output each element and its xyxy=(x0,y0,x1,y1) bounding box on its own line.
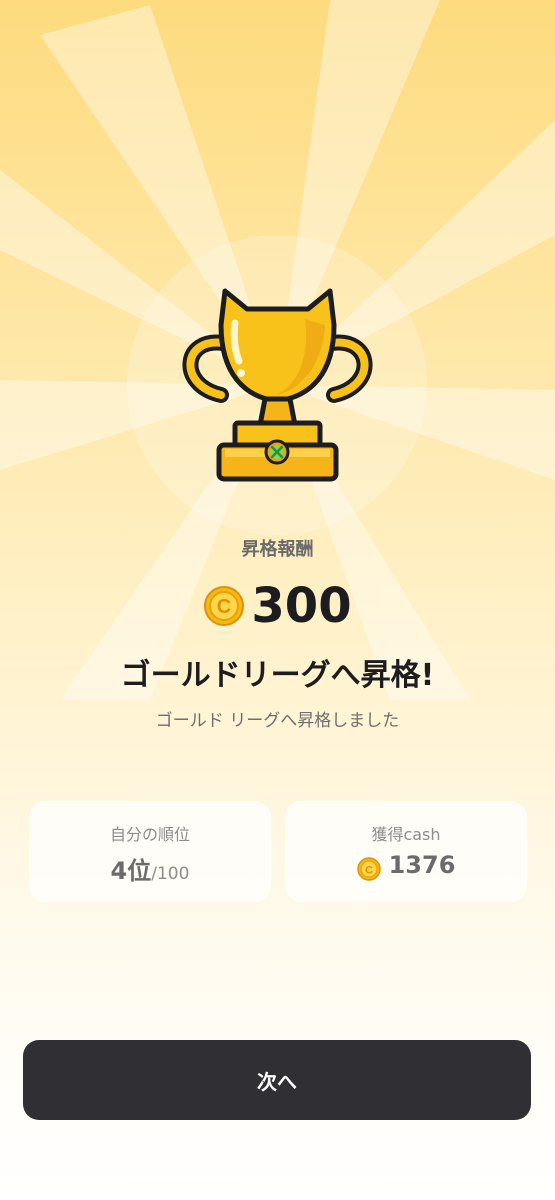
cash-value: 1376 xyxy=(388,851,456,879)
promotion-subline: ゴールド リーグへ昇格しました xyxy=(155,711,400,731)
svg-text:C: C xyxy=(217,596,231,618)
cash-value-row: C 1376 xyxy=(285,851,527,887)
rank-total: /100 xyxy=(151,864,190,884)
reward-label: 昇格報酬 xyxy=(241,539,314,560)
reward-amount: 300 xyxy=(251,578,352,634)
promotion-headline: ゴールドリーグへ昇格! xyxy=(120,658,435,693)
trophy-icon xyxy=(182,288,373,482)
rank-value: 4位 xyxy=(110,857,152,885)
reward-amount-row: C 300 xyxy=(0,578,555,634)
rank-card: 自分の順位 4位 /100 xyxy=(29,801,271,902)
svg-text:C: C xyxy=(365,865,373,877)
cash-card: 獲得cash C 1376 xyxy=(285,801,527,902)
cash-title: 獲得cash xyxy=(371,825,441,844)
next-button[interactable]: 次へ xyxy=(23,1040,531,1120)
rank-title: 自分の順位 xyxy=(109,825,190,844)
coin-icon: C xyxy=(356,857,381,881)
rank-value-row: 4位 /100 xyxy=(29,851,271,887)
coin-icon: C xyxy=(204,586,245,626)
